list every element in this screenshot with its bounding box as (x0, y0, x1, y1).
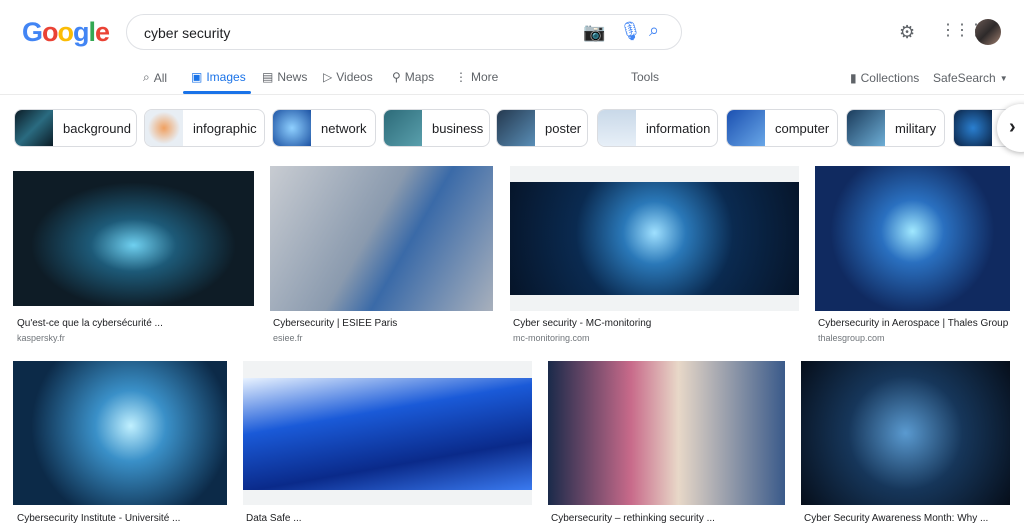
bookmark-icon: ▮ (850, 71, 857, 85)
result-title[interactable]: Cybersecurity Institute - Université ... (17, 513, 180, 524)
chip-business[interactable]: business (383, 109, 490, 147)
result-source[interactable]: thalesgroup.com (818, 333, 885, 343)
avatar[interactable] (975, 19, 1001, 45)
result-image[interactable] (243, 378, 532, 490)
chip-background[interactable]: background (14, 109, 137, 147)
chip-infographic[interactable]: infographic (144, 109, 265, 147)
chip-thumbnail (384, 110, 422, 146)
result-image[interactable] (510, 182, 799, 295)
tab-more[interactable]: ⋮ More (455, 70, 498, 84)
result-title[interactable]: Cybersecurity in Aerospace | Thales Grou… (818, 318, 1008, 329)
chip-thumbnail (727, 110, 765, 146)
camera-icon[interactable]: 📷 (583, 22, 605, 43)
microphone-icon[interactable]: 🎙 (619, 21, 642, 42)
result-image[interactable] (801, 361, 1010, 505)
tab-maps[interactable]: ⚲ Maps (392, 70, 434, 84)
result-title[interactable]: Cybersecurity | ESIEE Paris (273, 318, 397, 329)
result-image[interactable] (13, 361, 227, 505)
chip-network[interactable]: network (272, 109, 376, 147)
result-source[interactable]: esiee.fr (273, 333, 303, 343)
tab-images[interactable]: ▣ Images (191, 70, 246, 84)
chip-thumbnail (598, 110, 636, 146)
image-icon: ▣ (191, 70, 203, 84)
collections-button[interactable]: ▮ Collections (850, 71, 919, 85)
map-pin-icon: ⚲ (392, 70, 401, 84)
chip-military[interactable]: military (846, 109, 945, 147)
tab-videos[interactable]: ▷ Videos (323, 70, 373, 84)
chip-thumbnail (847, 110, 885, 146)
chip-thumbnail (15, 110, 53, 146)
search-icon: ⌕ (143, 70, 150, 84)
google-logo[interactable]: Google (22, 17, 110, 48)
gear-icon[interactable]: ⚙ (899, 22, 915, 43)
more-icon: ⋮ (455, 70, 467, 84)
result-image[interactable] (13, 171, 254, 306)
search-box[interactable]: cyber security 📷 🎙 ⌕ (126, 14, 682, 50)
caret-down-icon: ▼ (999, 73, 1008, 83)
result-title[interactable]: Qu'est-ce que la cybersécurité ... (17, 318, 163, 329)
divider (0, 94, 1024, 95)
tab-all[interactable]: ⌕ All (143, 70, 167, 85)
video-icon: ▷ (323, 70, 333, 84)
result-title[interactable]: Cybersecurity – rethinking security ... (551, 513, 715, 524)
result-image[interactable] (815, 166, 1010, 311)
chip-poster[interactable]: poster (496, 109, 588, 147)
news-icon: ▤ (262, 70, 274, 84)
chip-thumbnail (145, 110, 183, 146)
result-source[interactable]: kaspersky.fr (17, 333, 65, 343)
chip-thumbnail (497, 110, 535, 146)
result-image[interactable] (548, 361, 785, 505)
tab-news[interactable]: ▤ News (262, 70, 307, 84)
chip-information[interactable]: information (597, 109, 718, 147)
search-icon[interactable]: ⌕ (649, 20, 659, 41)
search-input[interactable]: cyber security (144, 25, 230, 41)
result-title[interactable]: Data Safe ... (246, 513, 302, 524)
chip-thumbnail (273, 110, 311, 146)
chip-computer[interactable]: computer (726, 109, 838, 147)
result-title[interactable]: Cyber security - MC-monitoring (513, 318, 651, 329)
chip-thumbnail (954, 110, 992, 146)
result-title[interactable]: Cyber Security Awareness Month: Why ... (804, 513, 988, 524)
result-source[interactable]: mc-monitoring.com (513, 333, 590, 343)
result-image[interactable] (270, 166, 493, 311)
tools-button[interactable]: Tools (631, 70, 659, 84)
safesearch-button[interactable]: SafeSearch ▼ (933, 71, 1008, 85)
